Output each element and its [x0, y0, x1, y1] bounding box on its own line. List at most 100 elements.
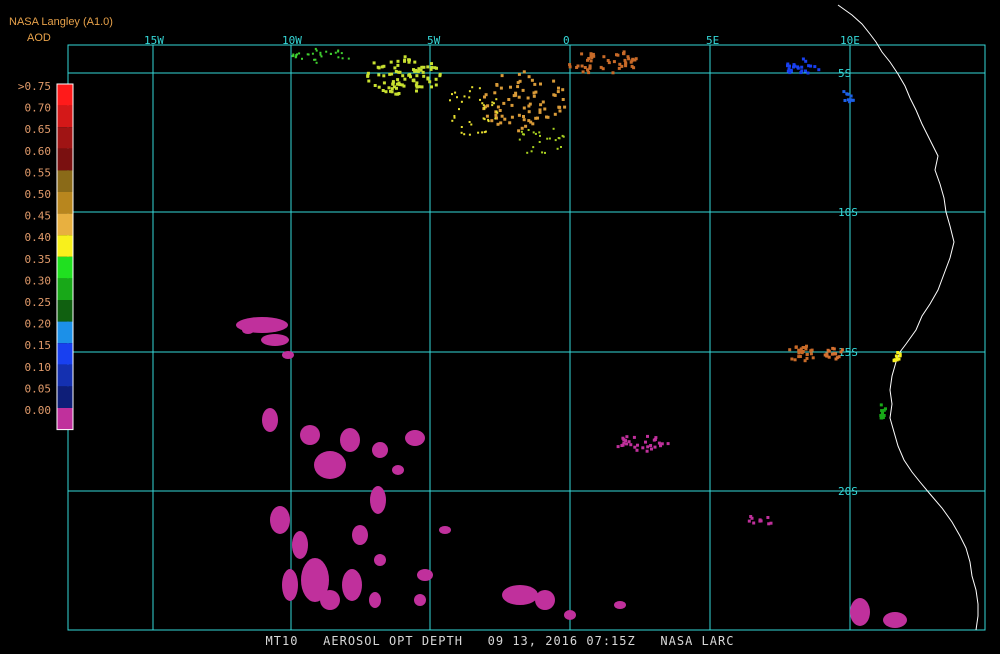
aod-pixel: [509, 85, 512, 89]
aod-pixel: [624, 439, 628, 443]
colorbar-swatch: [57, 148, 73, 171]
colorbar-swatch: [57, 127, 73, 149]
aod-pixel: [653, 445, 657, 449]
lon-label-10e: 10E: [840, 34, 860, 47]
lat-label-20s: 20S: [838, 485, 858, 498]
aod-pixel: [558, 109, 562, 113]
aod-pixel: [430, 85, 433, 89]
aod-pixel: [645, 449, 649, 453]
footer-date: 09 13, 2016: [487, 634, 579, 648]
aod-pixel: [391, 81, 395, 85]
aod-pixel: [881, 410, 885, 414]
aod-pixel: [805, 353, 809, 356]
aod-pixel: [517, 113, 521, 117]
aod-pixel: [556, 90, 560, 94]
aod-pixel: [758, 518, 762, 522]
aod-pixel: [646, 445, 650, 449]
aod-pixel: [554, 139, 557, 142]
aod-pixel: [422, 65, 426, 69]
aod-pixel: [468, 90, 471, 93]
aod-pixel: [428, 80, 432, 84]
aod-pixel: [801, 57, 805, 61]
aod-pixel: [590, 56, 594, 60]
aod-blob: [320, 590, 340, 610]
aod-pixel: [522, 106, 526, 110]
aod-pixel: [394, 92, 398, 96]
aod-pixel: [654, 436, 658, 440]
aod-pixel: [311, 52, 314, 55]
aod-pixel: [621, 436, 625, 440]
aod-pixel: [520, 130, 523, 133]
aod-blob: [270, 506, 290, 534]
aod-pixel: [612, 60, 616, 64]
aod-pixel: [392, 85, 396, 89]
aod-pixel: [539, 134, 541, 137]
aod-pixel: [546, 115, 550, 119]
aod-pixel: [430, 62, 433, 66]
aod-blob: [850, 598, 870, 626]
aod-pixel: [786, 69, 790, 73]
aod-pixel: [295, 55, 298, 58]
aod-blob: [417, 569, 433, 581]
aod-pixel: [552, 127, 555, 130]
aod-pixel: [837, 355, 841, 359]
aod-pixel: [373, 84, 377, 87]
aod-pixel: [516, 81, 520, 85]
aod-pixel: [541, 100, 545, 104]
aod-pixel: [561, 88, 565, 92]
aod-pixel: [526, 151, 529, 154]
aod-pixel: [576, 64, 580, 68]
aod-pixel: [524, 124, 528, 128]
aod-pixel: [522, 70, 526, 74]
aod-blob: [342, 569, 362, 601]
aod-pixel: [408, 58, 411, 62]
aod-pixel: [843, 99, 847, 102]
aod-pixel: [384, 90, 388, 94]
aod-pixel: [805, 356, 809, 360]
aod-blob: [392, 465, 404, 475]
aod-pixel: [553, 112, 557, 116]
aod-pixel: [496, 122, 500, 126]
aod-pixel: [494, 113, 498, 117]
colorbar-swatch: [57, 192, 73, 214]
colorbar: >0.75 0.70 0.65 0.60 0.55 0.50 0.45 0.40 0.35 0.3…: [18, 80, 74, 431]
aod-pixel: [499, 121, 503, 125]
aod-pixel: [799, 71, 803, 75]
aod-pixel: [485, 114, 489, 118]
aod-pixel: [491, 101, 494, 104]
aod-pixel: [580, 64, 584, 68]
aod-pixel: [807, 64, 811, 68]
colorbar-swatch: [57, 408, 73, 430]
aod-pixel: [752, 521, 756, 525]
aod-pixel: [561, 134, 564, 137]
aod-blob: [405, 430, 425, 446]
aod-pixel: [403, 77, 407, 81]
aod-pixel: [320, 55, 323, 58]
aod-pixel: [834, 357, 838, 361]
aod-pixel: [412, 78, 416, 82]
lon-label-10w: 10W: [282, 34, 302, 47]
aod-pixel: [539, 103, 543, 107]
aod-pixel: [632, 66, 636, 70]
aod-blob: [292, 531, 308, 559]
aod-pixel: [794, 345, 798, 349]
aod-pixel: [892, 358, 896, 362]
aod-pixel: [580, 52, 584, 56]
aod-pixel: [659, 444, 662, 448]
map-subtitle: AOD: [27, 32, 51, 44]
colorbar-label: 0.45: [25, 210, 52, 223]
aod-pixel: [434, 83, 438, 87]
aod-pixel: [587, 71, 591, 75]
aod-pixel: [347, 57, 350, 60]
aod-pixel: [482, 104, 485, 107]
aod-pixel: [377, 85, 381, 89]
aod-pixel: [817, 68, 821, 72]
colorbar-label: 0.10: [25, 361, 52, 374]
colorbar-label: 0.70: [25, 102, 52, 115]
lon-label-5e: 5E: [706, 34, 719, 47]
aod-pixel: [301, 57, 303, 60]
aod-pixel: [811, 356, 815, 360]
footer-time: 07:15Z: [586, 634, 636, 648]
aod-pixel: [296, 53, 298, 56]
aod-pixel: [538, 131, 541, 134]
